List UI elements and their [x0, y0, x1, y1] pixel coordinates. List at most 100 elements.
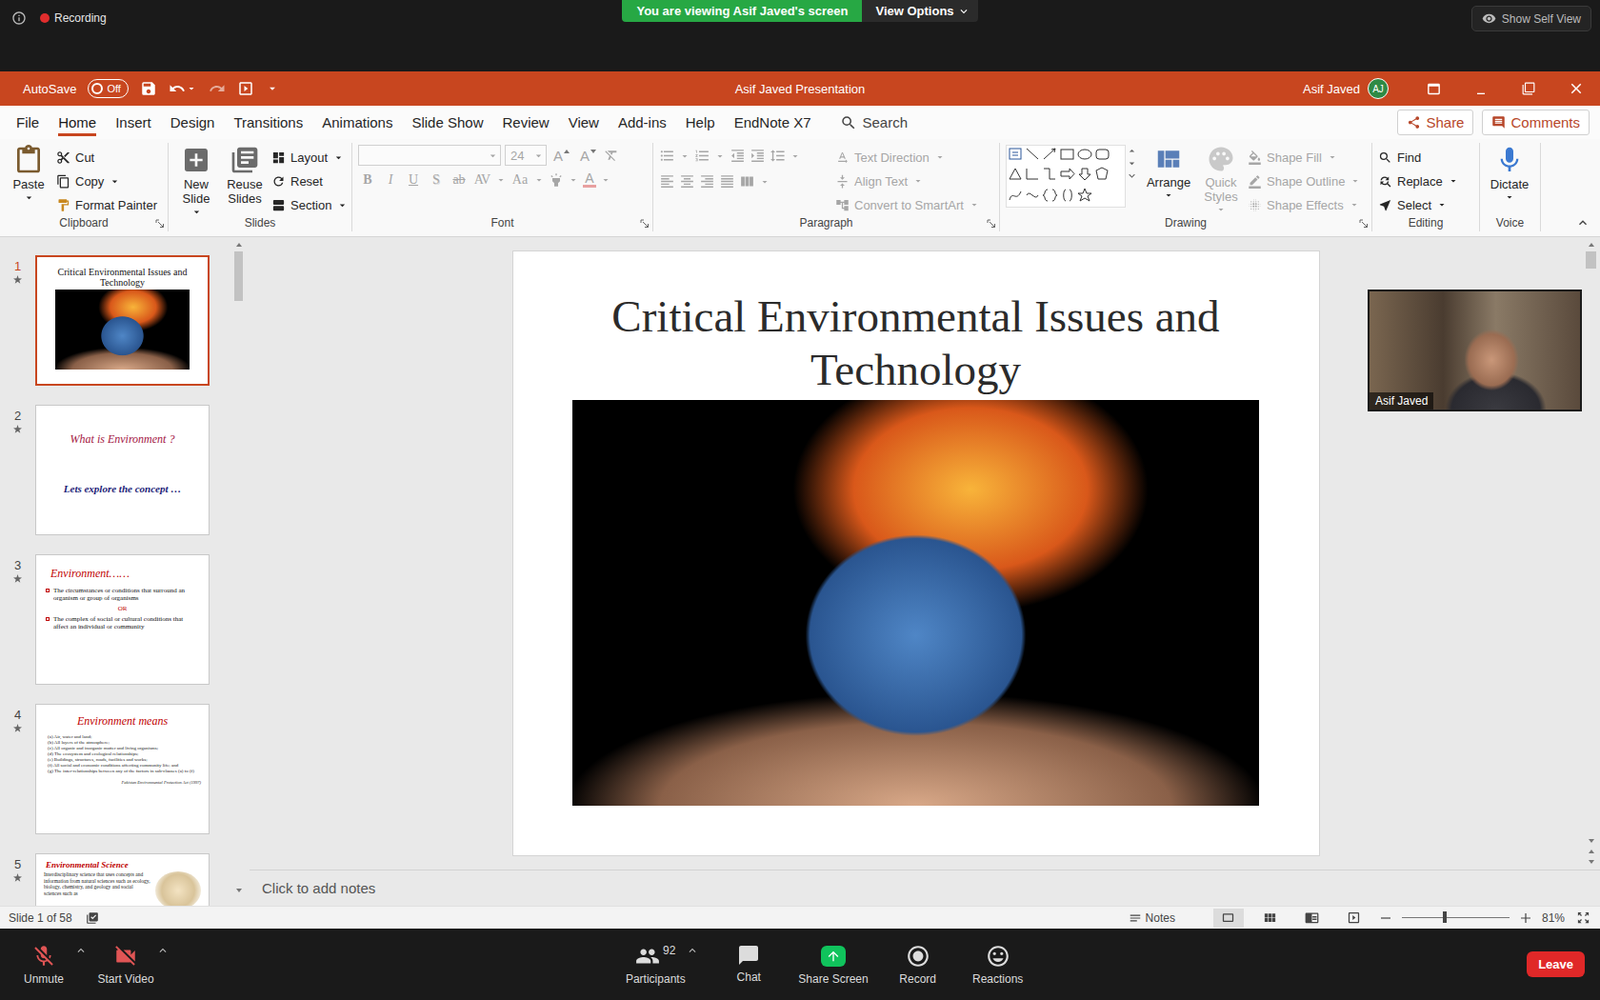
paragraph-command[interactable]: Text Direction	[835, 145, 980, 169]
scroll-up-icon[interactable]	[235, 240, 243, 249]
ribbon-tab[interactable]: View	[559, 105, 609, 140]
ribbon-tab[interactable]: File	[6, 105, 49, 140]
undo-button[interactable]	[168, 80, 198, 98]
line-spacing-icon[interactable]	[769, 147, 786, 164]
minimize-button[interactable]	[1457, 71, 1505, 106]
thumbnail-card[interactable]: Environment means(a) Air, water and land…	[35, 703, 210, 835]
video-button[interactable]: Start Video	[95, 943, 157, 986]
fit-to-window-icon[interactable]	[1576, 910, 1591, 925]
drawing-command[interactable]: Shape Effects	[1247, 193, 1361, 217]
comments-button[interactable]: Comments	[1481, 109, 1590, 136]
view-button[interactable]	[1339, 908, 1370, 928]
numbering-icon[interactable]	[694, 147, 711, 164]
paste-button[interactable]: Paste	[5, 144, 52, 204]
grow-font-button[interactable]: A	[550, 147, 574, 164]
scroll-thumb[interactable]	[234, 251, 243, 301]
paragraph-command[interactable]: Convert to SmartArt	[835, 193, 980, 217]
slides-large-button[interactable]: New Slide	[174, 144, 219, 219]
next-slide-icon[interactable]	[1587, 858, 1596, 866]
zoom-in-icon[interactable]	[1520, 913, 1531, 923]
view-button[interactable]	[1297, 908, 1328, 928]
thumbnail-scrollbar[interactable]	[232, 237, 245, 906]
quick-styles-button[interactable]: Quick Styles	[1199, 144, 1243, 216]
editing-command[interactable]: Replace	[1378, 169, 1460, 193]
chat-button[interactable]: Chat	[718, 943, 780, 984]
align-center-icon[interactable]	[679, 173, 696, 190]
arrange-button[interactable]: Arrange	[1142, 144, 1195, 201]
thumbnail-card[interactable]: What is Environment ?Lets explore the co…	[35, 404, 210, 536]
thumbnail-card[interactable]: Environmental ScienceInterdisciplinary s…	[35, 853, 210, 906]
shrink-font-button[interactable]: A	[577, 147, 600, 164]
options-caret-icon[interactable]	[685, 943, 700, 958]
share-button[interactable]: Share	[1397, 109, 1474, 136]
clear-formatting-icon[interactable]	[603, 147, 620, 163]
slide-canvas[interactable]: Critical Environmental Issues and Techno…	[512, 250, 1320, 857]
slide-scrollbar[interactable]	[1581, 237, 1600, 870]
ribbon-tab[interactable]: Transitions	[223, 105, 313, 140]
zoom-out-icon[interactable]	[1380, 913, 1391, 923]
notes-pane[interactable]: Click to add notes	[249, 869, 1600, 906]
start-slideshow-button[interactable]	[237, 80, 255, 98]
share-button[interactable]: Share Screen	[798, 943, 868, 986]
ribbon-tab[interactable]: Insert	[105, 105, 161, 140]
scroll-thumb[interactable]	[1585, 251, 1597, 269]
slides-large-button[interactable]: Reuse Slides	[222, 144, 267, 206]
slides-command[interactable]: Layout	[271, 145, 349, 169]
shapes-gallery-icon[interactable]	[1006, 145, 1121, 207]
format-button[interactable]: U	[403, 172, 423, 188]
info-icon[interactable]	[11, 10, 27, 26]
editing-command[interactable]: Select	[1378, 193, 1460, 217]
dictate-button[interactable]: Dictate	[1485, 144, 1534, 203]
collapse-ribbon-icon[interactable]	[1575, 215, 1591, 231]
slide-thumbnail[interactable]: 2What is Environment ?Lets explore the c…	[0, 404, 233, 536]
participants-button[interactable]: 92Participants	[624, 943, 686, 986]
columns-icon[interactable]	[739, 173, 756, 190]
user-avatar[interactable]: AJ	[1367, 78, 1389, 100]
highlighter-icon[interactable]	[548, 172, 564, 188]
ribbon-tab[interactable]: Review	[492, 105, 559, 140]
format-button[interactable]: ab	[449, 172, 469, 188]
shapes-gallery[interactable]	[1005, 144, 1126, 208]
zoom-slider[interactable]	[1401, 917, 1510, 919]
drawing-command[interactable]: Shape Fill	[1247, 145, 1361, 169]
restore-button[interactable]	[1504, 71, 1553, 106]
ribbon-tab[interactable]: Slide Show	[401, 105, 493, 140]
font-name-field[interactable]	[358, 144, 501, 166]
align-right-icon[interactable]	[699, 173, 716, 190]
increase-indent-icon[interactable]	[749, 147, 766, 164]
format-button[interactable]: AV	[472, 172, 492, 188]
format-button[interactable]: S	[426, 172, 446, 188]
grow-arrow-icon[interactable]	[562, 147, 571, 156]
ribbon-tab[interactable]: Design	[160, 105, 225, 140]
dialog-launcher-icon[interactable]	[986, 219, 996, 228]
ribbon-tab[interactable]: Home	[48, 105, 106, 140]
gallery-up-icon[interactable]	[1125, 144, 1139, 158]
format-button[interactable]: Aa	[510, 172, 530, 188]
user-name[interactable]: Asif Javed	[1302, 81, 1360, 97]
accessibility-check-icon[interactable]	[85, 911, 100, 925]
clipboard-command[interactable]: Cut	[56, 145, 158, 169]
view-button[interactable]	[1255, 908, 1286, 928]
clipboard-command[interactable]: Copy	[56, 169, 158, 193]
search-box[interactable]: Search	[840, 105, 909, 140]
format-button[interactable]: I	[380, 172, 400, 188]
font-size-field[interactable]: 24	[504, 144, 547, 166]
ribbon-display-button[interactable]	[1409, 71, 1458, 106]
slides-command[interactable]: Section	[271, 193, 349, 217]
scroll-up-icon[interactable]	[1587, 240, 1596, 249]
slide-thumbnail[interactable]: 1Critical Environmental Issues and Techn…	[0, 255, 233, 386]
previous-slide-icon[interactable]	[1587, 847, 1596, 856]
ribbon-tab[interactable]: EndNote X7	[724, 105, 821, 140]
autosave-toggle[interactable]: Off	[87, 79, 128, 99]
font-color-button[interactable]: A	[582, 171, 597, 188]
view-button[interactable]	[1213, 908, 1244, 928]
shrink-arrow-icon[interactable]	[589, 147, 598, 156]
close-button[interactable]	[1552, 71, 1600, 106]
slide-picture[interactable]	[572, 400, 1260, 806]
editing-command[interactable]: Find	[1378, 145, 1460, 169]
gallery-down-icon[interactable]	[1125, 157, 1139, 170]
gallery-more-icon[interactable]	[1125, 169, 1139, 182]
dialog-launcher-icon[interactable]	[1359, 219, 1368, 228]
mic-button[interactable]: Unmute	[13, 943, 75, 986]
notes-button[interactable]: Notes	[1128, 911, 1176, 925]
